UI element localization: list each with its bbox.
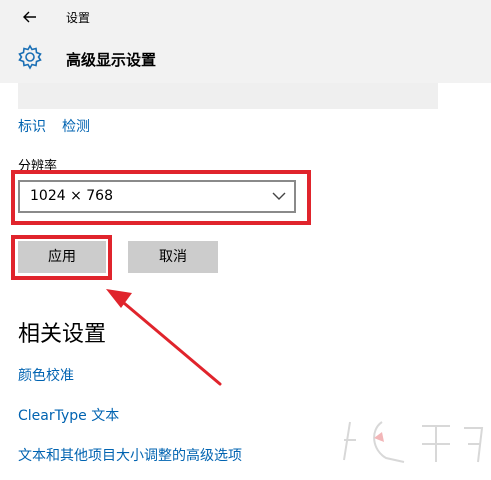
advanced-text-sizing-link[interactable]: 文本和其他项目大小调整的高级选项 — [18, 445, 242, 465]
cleartype-text-link[interactable]: ClearType 文本 — [18, 405, 119, 425]
related-settings-heading: 相关设置 — [18, 322, 107, 347]
watermark-logo — [343, 421, 484, 463]
color-calibration-link[interactable]: 颜色校准 — [18, 365, 74, 385]
